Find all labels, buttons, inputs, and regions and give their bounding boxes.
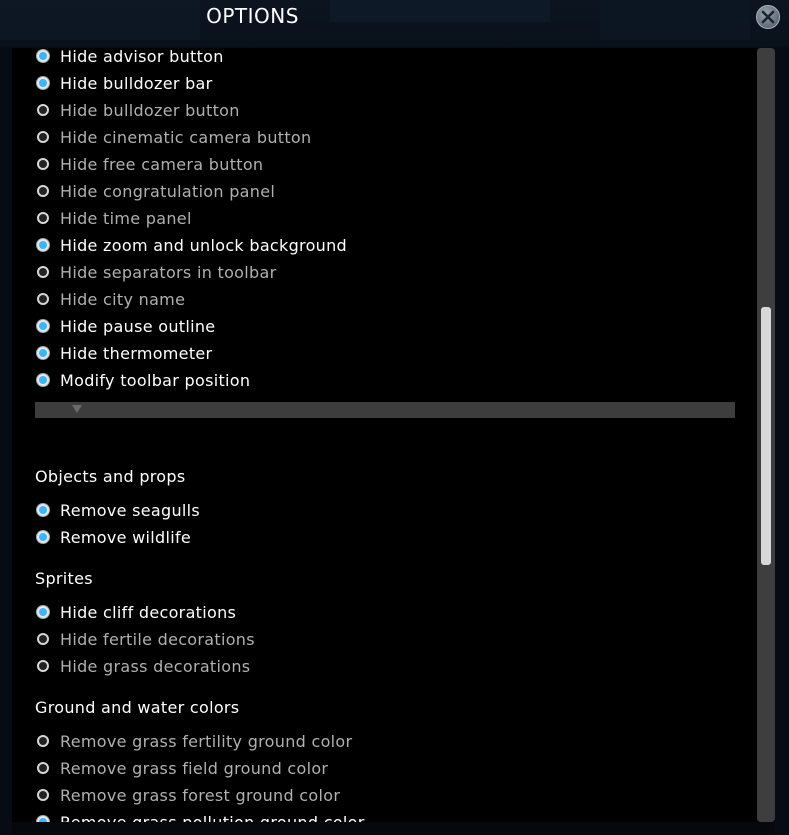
option-label: Remove seagulls: [60, 500, 201, 520]
window-title: OPTIONS: [206, 4, 299, 28]
toolbar-position-dropdown[interactable]: [35, 402, 735, 418]
checkbox-unchecked[interactable]: [37, 104, 49, 116]
checkbox-unchecked[interactable]: [37, 266, 49, 278]
section-ground-heading: Ground and water colors: [35, 698, 240, 717]
checkbox-unchecked[interactable]: [37, 185, 49, 197]
option-row[interactable]: Hide advisor button: [35, 46, 224, 66]
checkbox-checked[interactable]: [37, 531, 49, 543]
checkbox-checked[interactable]: [37, 50, 49, 62]
checkbox-checked[interactable]: [37, 239, 49, 251]
checkbox-checked[interactable]: [37, 77, 49, 89]
scrollbar-thumb[interactable]: [761, 307, 771, 565]
checkbox-unchecked[interactable]: [37, 212, 49, 224]
option-label: Hide zoom and unlock background: [60, 235, 347, 255]
option-row[interactable]: Hide congratulation panel: [35, 181, 275, 201]
option-row[interactable]: Hide bulldozer button: [35, 100, 240, 120]
checkbox-unchecked[interactable]: [37, 633, 49, 645]
checkbox-checked[interactable]: [37, 606, 49, 618]
option-row[interactable]: Remove seagulls: [35, 500, 200, 520]
option-label: Remove wildlife: [60, 527, 192, 547]
checkbox-unchecked[interactable]: [37, 735, 49, 747]
checkbox-checked[interactable]: [37, 347, 49, 359]
option-row[interactable]: Hide zoom and unlock background: [35, 235, 347, 255]
option-label: Hide congratulation panel: [60, 181, 276, 201]
section-sprites-heading: Sprites: [35, 569, 93, 588]
option-row[interactable]: Hide pause outline: [35, 316, 215, 336]
checkbox-unchecked[interactable]: [37, 660, 49, 672]
option-label: Hide pause outline: [60, 316, 216, 336]
checkbox-checked[interactable]: [37, 504, 49, 516]
option-label: Hide separators in toolbar: [60, 262, 277, 282]
option-row[interactable]: Hide grass decorations: [35, 656, 250, 676]
checkbox-unchecked[interactable]: [37, 293, 49, 305]
option-label: Remove grass field ground color: [60, 758, 329, 778]
option-label: Hide advisor button: [60, 46, 224, 66]
option-label: Remove grass forest ground color: [60, 785, 341, 805]
option-label: Hide thermometer: [60, 343, 213, 363]
background-shape: [775, 50, 789, 835]
option-row[interactable]: Hide separators in toolbar: [35, 262, 276, 282]
option-label: Hide cinematic camera button: [60, 127, 312, 147]
background-shape: [600, 0, 750, 40]
option-row[interactable]: Hide fertile decorations: [35, 629, 255, 649]
option-row[interactable]: Remove grass field ground color: [35, 758, 328, 778]
option-label: Hide bulldozer bar: [60, 73, 213, 93]
option-label: Hide city name: [60, 289, 186, 309]
option-row[interactable]: Hide bulldozer bar: [35, 73, 213, 93]
checkbox-unchecked[interactable]: [37, 762, 49, 774]
option-label: Hide free camera button: [60, 154, 264, 174]
checkbox-checked[interactable]: [37, 374, 49, 386]
option-row[interactable]: Hide city name: [35, 289, 185, 309]
option-row[interactable]: Remove grass forest ground color: [35, 785, 340, 805]
checkbox-unchecked[interactable]: [37, 158, 49, 170]
option-label: Modify toolbar position: [60, 370, 251, 390]
option-row[interactable]: Remove wildlife: [35, 527, 191, 547]
option-row[interactable]: Hide cinematic camera button: [35, 127, 311, 147]
checkbox-checked[interactable]: [37, 320, 49, 332]
option-label: Remove grass fertility ground color: [60, 731, 353, 751]
section-objects-heading: Objects and props: [35, 467, 186, 486]
option-row[interactable]: Hide thermometer: [35, 343, 212, 363]
checkbox-unchecked[interactable]: [37, 789, 49, 801]
option-label: Hide time panel: [60, 208, 192, 228]
option-row[interactable]: Modify toolbar position: [35, 370, 250, 390]
option-label: Hide fertile decorations: [60, 629, 255, 649]
option-row[interactable]: Hide cliff decorations: [35, 602, 236, 622]
option-row[interactable]: Hide free camera button: [35, 154, 263, 174]
option-row[interactable]: Remove grass fertility ground color: [35, 731, 352, 751]
close-icon: [761, 10, 775, 24]
option-row[interactable]: Hide time panel: [35, 208, 192, 228]
option-label: Hide grass decorations: [60, 656, 251, 676]
chevron-down-icon: [72, 405, 82, 413]
options-window: OPTIONS Hide advisor button Hide bulldoze…: [0, 0, 789, 835]
checkbox-unchecked[interactable]: [37, 131, 49, 143]
option-label: Hide bulldozer button: [60, 100, 240, 120]
option-label: Hide cliff decorations: [60, 602, 237, 622]
close-button[interactable]: [756, 5, 780, 29]
